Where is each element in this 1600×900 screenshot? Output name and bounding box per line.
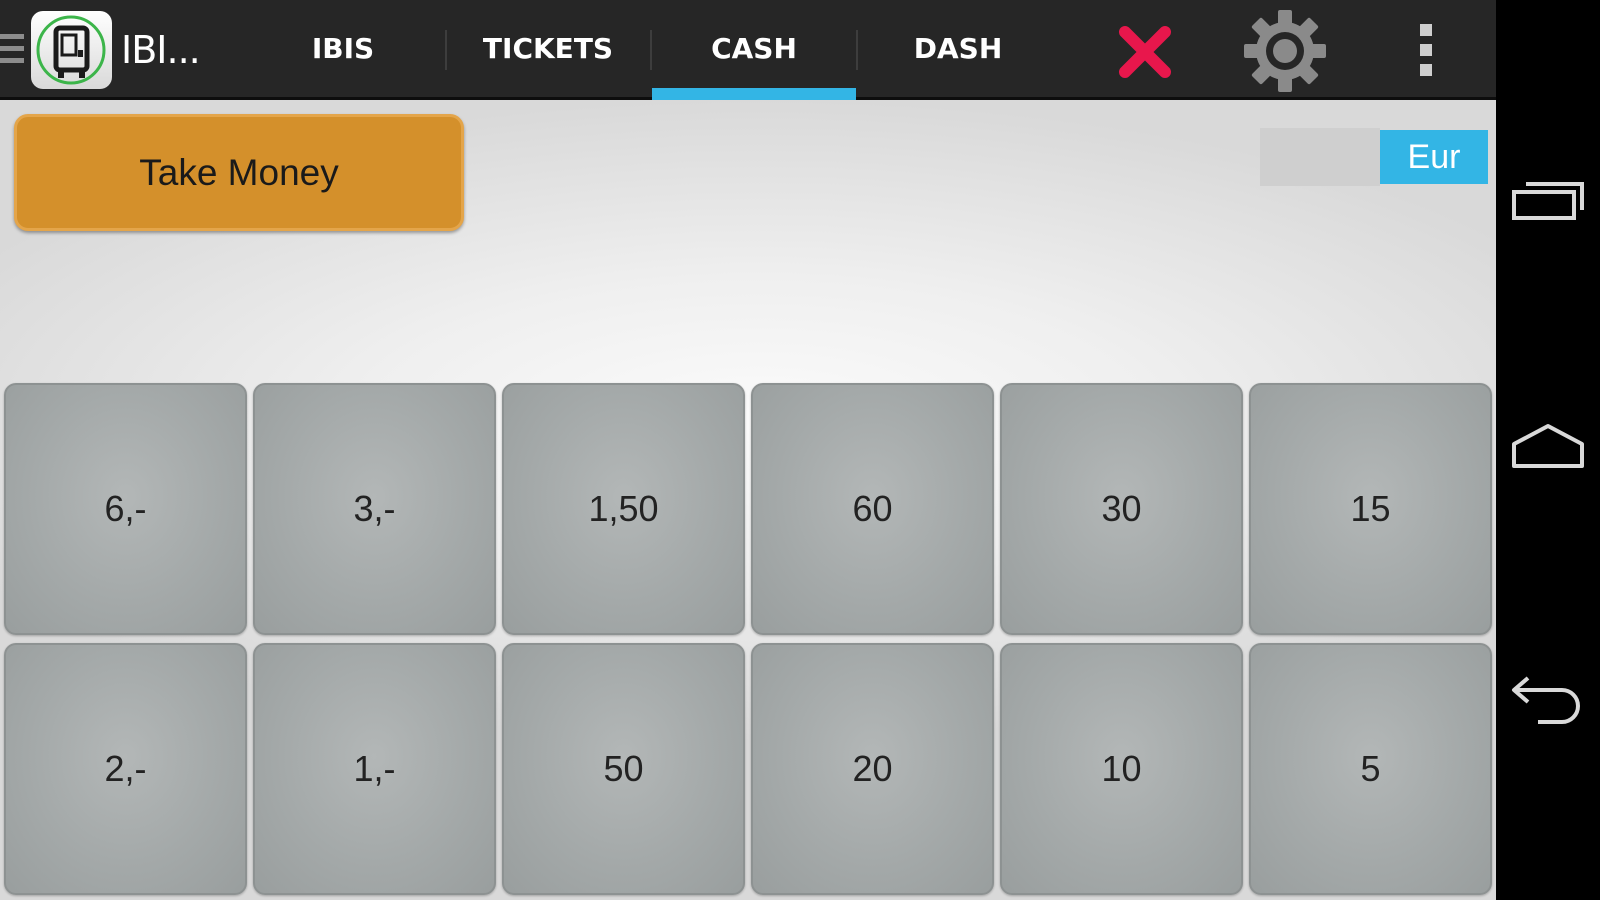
cash-panel: Take Money Eur 6,- 3,- 1,50 60 30 15 2,-… bbox=[0, 100, 1496, 900]
denomination-button[interactable]: 60 bbox=[751, 383, 994, 635]
take-money-button[interactable]: Take Money bbox=[14, 114, 464, 231]
system-nav-bar bbox=[1496, 0, 1600, 900]
app-window: IBI... IBIS TICKETS CASH DASH Take Money… bbox=[0, 0, 1496, 900]
back-icon[interactable] bbox=[1510, 670, 1586, 730]
tab-ibis[interactable]: IBIS bbox=[243, 0, 443, 97]
denomination-button[interactable]: 6,- bbox=[4, 383, 247, 635]
currency-toggle-track[interactable] bbox=[1260, 128, 1380, 186]
action-bar: IBI... IBIS TICKETS CASH DASH bbox=[0, 0, 1496, 100]
close-icon[interactable] bbox=[1115, 22, 1175, 82]
denomination-button[interactable]: 15 bbox=[1249, 383, 1492, 635]
denomination-button[interactable]: 5 bbox=[1249, 643, 1492, 895]
currency-selected[interactable]: Eur bbox=[1380, 130, 1488, 184]
denomination-button[interactable]: 20 bbox=[751, 643, 994, 895]
recent-apps-icon[interactable] bbox=[1510, 170, 1586, 230]
denomination-grid: 6,- 3,- 1,50 60 30 15 2,- 1,- 50 20 10 5 bbox=[4, 383, 1492, 900]
overflow-menu-icon[interactable] bbox=[1415, 24, 1437, 80]
tab-tickets[interactable]: TICKETS bbox=[448, 0, 648, 97]
tab-divider bbox=[445, 30, 447, 70]
denomination-button[interactable]: 1,50 bbox=[502, 383, 745, 635]
home-icon[interactable] bbox=[1510, 418, 1586, 478]
selected-tab-indicator bbox=[652, 88, 856, 100]
gear-icon[interactable] bbox=[1242, 8, 1328, 94]
denomination-button[interactable]: 30 bbox=[1000, 383, 1243, 635]
currency-toggle[interactable]: Eur bbox=[1260, 128, 1488, 186]
denomination-button[interactable]: 50 bbox=[502, 643, 745, 895]
denomination-button[interactable]: 3,- bbox=[253, 383, 496, 635]
hamburger-icon[interactable] bbox=[0, 34, 24, 70]
denomination-button[interactable]: 10 bbox=[1000, 643, 1243, 895]
tab-dash[interactable]: DASH bbox=[858, 0, 1058, 97]
app-title: IBI... bbox=[121, 28, 201, 72]
denomination-button[interactable]: 1,- bbox=[253, 643, 496, 895]
tab-cash[interactable]: CASH bbox=[652, 0, 856, 97]
denomination-button[interactable]: 2,- bbox=[4, 643, 247, 895]
app-logo-icon[interactable] bbox=[31, 11, 112, 89]
